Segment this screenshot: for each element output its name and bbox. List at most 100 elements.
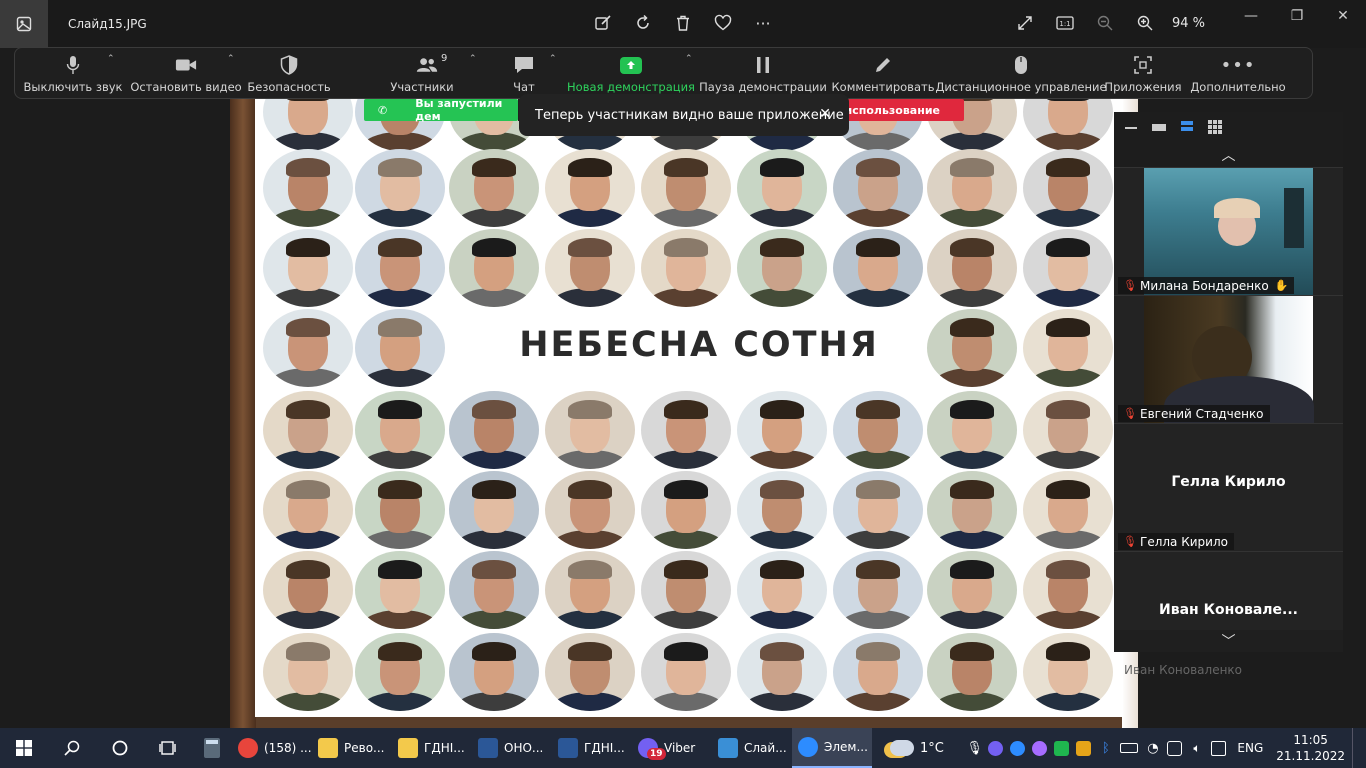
participant-name-tag: 🎙︎ Милана Бондаренко ✋ (1118, 277, 1295, 294)
rotate-icon[interactable] (632, 12, 654, 34)
annotate-button[interactable]: Комментировать (825, 48, 941, 98)
bluetooth-icon[interactable]: ᛒ (1098, 741, 1113, 756)
edit-icon[interactable] (592, 12, 614, 34)
more-dots-icon: ••• (1220, 54, 1256, 76)
zoom-in-icon[interactable] (1134, 12, 1156, 34)
taskbar-app-button[interactable]: ГДНІ... (392, 728, 472, 768)
taskbar-app-button[interactable]: Элем... (792, 728, 872, 768)
favorite-heart-icon[interactable] (712, 12, 734, 34)
taskbar-app-button[interactable]: ГДНІ... (552, 728, 632, 768)
new-share-label: Новая демонстрация (567, 80, 695, 94)
chevron-down-icon[interactable]: ⌃ (469, 54, 477, 64)
taskbar-app-label: Рево... (344, 741, 385, 755)
annotate-label: Комментировать (831, 80, 935, 94)
restore-icon[interactable]: ❐ (1274, 0, 1320, 32)
security-button[interactable]: Безопасность (241, 48, 337, 98)
delete-icon[interactable] (672, 12, 694, 34)
security-tray-icon[interactable] (1076, 740, 1092, 756)
zoom-out-icon[interactable] (1094, 12, 1116, 34)
portrait-photo (737, 471, 827, 549)
cortana-icon[interactable] (96, 728, 144, 768)
taskbar-app-button[interactable]: ОНО... (472, 728, 552, 768)
participant-name: Милана Бондаренко (1140, 278, 1269, 293)
portrait-photo (545, 391, 635, 469)
calculator-icon[interactable] (192, 728, 232, 768)
share-notification: Теперь участникам видно ваше приложение … (519, 94, 849, 136)
zoom-level: 94 % (1172, 15, 1206, 31)
volume-icon[interactable]: 🔈︎ (1189, 741, 1204, 756)
participant-tile[interactable]: Гелла Кирило 🎙︎ Гелла Кирило (1114, 424, 1343, 552)
messenger-tray-icon[interactable] (1032, 740, 1048, 756)
remote-control-button[interactable]: Дистанционное управление (935, 48, 1107, 98)
task-view-icon[interactable] (144, 728, 192, 768)
chat-bubble-icon (513, 55, 535, 75)
zoom-icon (798, 737, 818, 757)
chevron-down-icon[interactable]: ⌃ (227, 54, 235, 64)
participant-name: Гелла Кирило (1140, 534, 1228, 549)
show-desktop-button[interactable] (1352, 728, 1358, 768)
more-button[interactable]: ••• Дополнительно (1185, 48, 1291, 98)
new-share-button[interactable]: ⌃ Новая демонстрация (561, 48, 701, 98)
taskbar-app-label: ГДНІ... (424, 741, 465, 755)
start-button[interactable] (0, 728, 48, 768)
shared-slide: НЕБЕСНА СОТНЯ (255, 99, 1123, 717)
portrait-photo (263, 229, 353, 307)
microphone-tray-icon[interactable]: 🎙︎ (966, 741, 983, 756)
portrait-photo (449, 471, 539, 549)
portrait-photo (927, 391, 1017, 469)
strip-view-icon[interactable] (1180, 121, 1194, 133)
taskbar-app-button[interactable]: Слай... (712, 728, 792, 768)
gallery-view-icon[interactable] (1208, 120, 1222, 134)
mouse-icon (1010, 55, 1032, 75)
viber-tray-icon[interactable] (988, 740, 1004, 756)
portrait-photo (737, 149, 827, 227)
system-clock[interactable]: 11:05 21.11.2022 (1276, 732, 1345, 764)
more-options-icon[interactable]: ··· (752, 12, 774, 34)
chrome-icon (238, 738, 258, 758)
scroll-up-button[interactable]: ︿ (1114, 142, 1343, 168)
input-language[interactable]: ENG (1237, 741, 1263, 755)
portrait-photo (641, 391, 731, 469)
portrait-photo (833, 391, 923, 469)
close-icon[interactable]: ✕ (1320, 0, 1366, 32)
wifi-icon[interactable]: ◔ (1145, 741, 1160, 756)
minimize-view-icon[interactable] (1124, 121, 1138, 133)
chevron-down-icon[interactable]: ⌃ (107, 54, 115, 64)
chat-button[interactable]: ⌃ Чат (487, 48, 561, 98)
viber-icon: 19 (638, 738, 666, 760)
portrait-photo (927, 633, 1017, 711)
fullscreen-icon[interactable] (1014, 12, 1036, 34)
pause-share-button[interactable]: Пауза демонстрации (699, 48, 827, 98)
portrait-photo (1023, 471, 1113, 549)
microphone-icon (62, 55, 84, 75)
single-view-icon[interactable] (1152, 121, 1166, 133)
window-controls: — ❐ ✕ (1228, 0, 1366, 32)
participant-tile[interactable]: Иван Коновале... Иван Коноваленко (1114, 552, 1343, 680)
search-icon[interactable] (48, 728, 96, 768)
chevron-down-icon[interactable]: ⌃ (549, 54, 557, 64)
zoom-tray-icon[interactable] (1010, 740, 1026, 756)
taskbar-app-button[interactable]: Рево... (312, 728, 392, 768)
network-icon[interactable] (1167, 740, 1183, 756)
battery-icon[interactable] (1120, 743, 1139, 753)
portrait-photo (833, 471, 923, 549)
chevron-down-icon[interactable]: ⌃ (685, 54, 693, 64)
green-app-tray-icon[interactable] (1054, 740, 1070, 756)
image-tools: ··· (592, 12, 774, 34)
participant-tile[interactable]: 🎙︎ Милана Бондаренко ✋ (1114, 168, 1343, 296)
taskbar-app-label: Слай... (744, 741, 787, 755)
taskbar-app-button[interactable]: 19 Viber (632, 728, 712, 768)
participant-display-name: Иван Коновале... (1159, 602, 1298, 618)
mute-button[interactable]: ⌃ Выключить звук (15, 48, 131, 98)
taskbar-app-button[interactable]: (158) ... (232, 728, 312, 768)
participant-tile[interactable]: 🎙︎ Евгений Стадченко (1114, 296, 1343, 424)
stop-video-button[interactable]: ⌃ Остановить видео (130, 48, 241, 98)
apps-button[interactable]: Приложения (1101, 48, 1185, 98)
participants-button[interactable]: 9 ⌃ Участники (337, 48, 487, 98)
notification-tray-icon[interactable] (1211, 740, 1227, 756)
weather-widget[interactable]: 1°C (884, 728, 950, 768)
scroll-down-button[interactable]: ﹀ (1114, 630, 1343, 652)
minimize-icon[interactable]: — (1228, 0, 1274, 32)
close-icon[interactable]: ✕ (819, 106, 831, 122)
actual-size-icon[interactable]: 1:1 (1054, 12, 1076, 34)
